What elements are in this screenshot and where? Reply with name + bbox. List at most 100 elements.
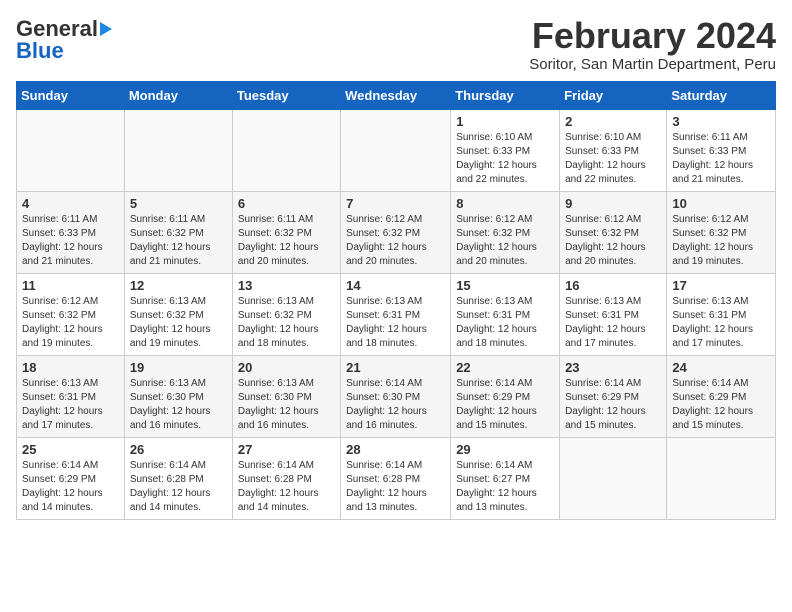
- title-area: February 2024 Soritor, San Martin Depart…: [529, 16, 776, 73]
- calendar-cell: 3 Sunrise: 6:11 AM Sunset: 6:33 PM Daylig…: [667, 109, 776, 191]
- day-number: 6: [238, 196, 335, 211]
- cell-sun-info: Sunrise: 6:14 AM Sunset: 6:28 PM Dayligh…: [238, 459, 335, 515]
- cell-sun-info: Sunrise: 6:12 AM Sunset: 6:32 PM Dayligh…: [22, 295, 119, 351]
- cell-sun-info: Sunrise: 6:12 AM Sunset: 6:32 PM Dayligh…: [672, 213, 770, 269]
- cell-sun-info: Sunrise: 6:12 AM Sunset: 6:32 PM Dayligh…: [346, 213, 445, 269]
- cell-sun-info: Sunrise: 6:13 AM Sunset: 6:30 PM Dayligh…: [238, 377, 335, 433]
- weekday-header-row: SundayMondayTuesdayWednesdayThursdayFrid…: [17, 81, 776, 109]
- logo-blue: Blue: [16, 38, 64, 64]
- day-number: 17: [672, 278, 770, 293]
- cell-sun-info: Sunrise: 6:11 AM Sunset: 6:33 PM Dayligh…: [672, 131, 770, 187]
- calendar-cell: 29 Sunrise: 6:14 AM Sunset: 6:27 PM Dayli…: [451, 437, 560, 519]
- day-number: 25: [22, 442, 119, 457]
- calendar-cell: 5 Sunrise: 6:11 AM Sunset: 6:32 PM Daylig…: [124, 191, 232, 273]
- day-number: 2: [565, 114, 661, 129]
- logo: General Blue: [16, 16, 112, 64]
- day-number: 20: [238, 360, 335, 375]
- cell-sun-info: Sunrise: 6:13 AM Sunset: 6:31 PM Dayligh…: [456, 295, 554, 351]
- week-row-3: 11 Sunrise: 6:12 AM Sunset: 6:32 PM Dayli…: [17, 273, 776, 355]
- cell-sun-info: Sunrise: 6:12 AM Sunset: 6:32 PM Dayligh…: [565, 213, 661, 269]
- day-number: 7: [346, 196, 445, 211]
- cell-sun-info: Sunrise: 6:14 AM Sunset: 6:28 PM Dayligh…: [130, 459, 227, 515]
- day-number: 3: [672, 114, 770, 129]
- calendar-cell: 22 Sunrise: 6:14 AM Sunset: 6:29 PM Dayli…: [451, 355, 560, 437]
- calendar-cell: 15 Sunrise: 6:13 AM Sunset: 6:31 PM Dayli…: [451, 273, 560, 355]
- weekday-header-friday: Friday: [560, 81, 667, 109]
- cell-sun-info: Sunrise: 6:14 AM Sunset: 6:28 PM Dayligh…: [346, 459, 445, 515]
- day-number: 22: [456, 360, 554, 375]
- calendar-cell: [560, 437, 667, 519]
- day-number: 14: [346, 278, 445, 293]
- cell-sun-info: Sunrise: 6:14 AM Sunset: 6:29 PM Dayligh…: [565, 377, 661, 433]
- calendar-cell: 11 Sunrise: 6:12 AM Sunset: 6:32 PM Dayli…: [17, 273, 125, 355]
- page-header: General Blue February 2024 Soritor, San …: [16, 16, 776, 73]
- day-number: 23: [565, 360, 661, 375]
- calendar-cell: 8Sunrise: 6:12 AM Sunset: 6:32 PM Daylig…: [451, 191, 560, 273]
- calendar-cell: 24Sunrise: 6:14 AM Sunset: 6:29 PM Dayli…: [667, 355, 776, 437]
- calendar-cell: 16 Sunrise: 6:13 AM Sunset: 6:31 PM Dayli…: [560, 273, 667, 355]
- cell-sun-info: Sunrise: 6:11 AM Sunset: 6:32 PM Dayligh…: [130, 213, 227, 269]
- day-number: 26: [130, 442, 227, 457]
- cell-sun-info: Sunrise: 6:14 AM Sunset: 6:27 PM Dayligh…: [456, 459, 554, 515]
- calendar-cell: 9 Sunrise: 6:12 AM Sunset: 6:32 PM Daylig…: [560, 191, 667, 273]
- calendar-table: SundayMondayTuesdayWednesdayThursdayFrid…: [16, 81, 776, 520]
- day-number: 9: [565, 196, 661, 211]
- day-number: 10: [672, 196, 770, 211]
- day-number: 16: [565, 278, 661, 293]
- day-number: 21: [346, 360, 445, 375]
- calendar-cell: 1Sunrise: 6:10 AM Sunset: 6:33 PM Daylig…: [451, 109, 560, 191]
- calendar-cell: [17, 109, 125, 191]
- day-number: 28: [346, 442, 445, 457]
- calendar-cell: 6 Sunrise: 6:11 AM Sunset: 6:32 PM Daylig…: [232, 191, 340, 273]
- weekday-header-tuesday: Tuesday: [232, 81, 340, 109]
- cell-sun-info: Sunrise: 6:13 AM Sunset: 6:31 PM Dayligh…: [565, 295, 661, 351]
- calendar-cell: [341, 109, 451, 191]
- week-row-2: 4 Sunrise: 6:11 AM Sunset: 6:33 PM Daylig…: [17, 191, 776, 273]
- weekday-header-sunday: Sunday: [17, 81, 125, 109]
- cell-sun-info: Sunrise: 6:13 AM Sunset: 6:31 PM Dayligh…: [346, 295, 445, 351]
- calendar-cell: 10 Sunrise: 6:12 AM Sunset: 6:32 PM Dayli…: [667, 191, 776, 273]
- day-number: 1: [456, 114, 554, 129]
- calendar-cell: 4 Sunrise: 6:11 AM Sunset: 6:33 PM Daylig…: [17, 191, 125, 273]
- weekday-header-thursday: Thursday: [451, 81, 560, 109]
- cell-sun-info: Sunrise: 6:10 AM Sunset: 6:33 PM Dayligh…: [565, 131, 661, 187]
- day-number: 18: [22, 360, 119, 375]
- cell-sun-info: Sunrise: 6:13 AM Sunset: 6:31 PM Dayligh…: [672, 295, 770, 351]
- calendar-cell: 23 Sunrise: 6:14 AM Sunset: 6:29 PM Dayli…: [560, 355, 667, 437]
- day-number: 27: [238, 442, 335, 457]
- calendar-cell: 25 Sunrise: 6:14 AM Sunset: 6:29 PM Dayli…: [17, 437, 125, 519]
- calendar-cell: [232, 109, 340, 191]
- calendar-cell: 7 Sunrise: 6:12 AM Sunset: 6:32 PM Daylig…: [341, 191, 451, 273]
- calendar-cell: 13Sunrise: 6:13 AM Sunset: 6:32 PM Dayli…: [232, 273, 340, 355]
- calendar-cell: 26 Sunrise: 6:14 AM Sunset: 6:28 PM Dayli…: [124, 437, 232, 519]
- cell-sun-info: Sunrise: 6:14 AM Sunset: 6:29 PM Dayligh…: [22, 459, 119, 515]
- day-number: 4: [22, 196, 119, 211]
- week-row-5: 25 Sunrise: 6:14 AM Sunset: 6:29 PM Dayli…: [17, 437, 776, 519]
- day-number: 12: [130, 278, 227, 293]
- cell-sun-info: Sunrise: 6:11 AM Sunset: 6:33 PM Dayligh…: [22, 213, 119, 269]
- day-number: 19: [130, 360, 227, 375]
- calendar-cell: 12Sunrise: 6:13 AM Sunset: 6:32 PM Dayli…: [124, 273, 232, 355]
- day-number: 5: [130, 196, 227, 211]
- cell-sun-info: Sunrise: 6:12 AM Sunset: 6:32 PM Dayligh…: [456, 213, 554, 269]
- day-number: 29: [456, 442, 554, 457]
- day-number: 15: [456, 278, 554, 293]
- calendar-cell: [667, 437, 776, 519]
- month-year-title: February 2024: [529, 16, 776, 56]
- calendar-cell: 17 Sunrise: 6:13 AM Sunset: 6:31 PM Dayli…: [667, 273, 776, 355]
- cell-sun-info: Sunrise: 6:14 AM Sunset: 6:29 PM Dayligh…: [456, 377, 554, 433]
- calendar-cell: 18 Sunrise: 6:13 AM Sunset: 6:31 PM Dayli…: [17, 355, 125, 437]
- cell-sun-info: Sunrise: 6:13 AM Sunset: 6:30 PM Dayligh…: [130, 377, 227, 433]
- cell-sun-info: Sunrise: 6:13 AM Sunset: 6:32 PM Dayligh…: [238, 295, 335, 351]
- weekday-header-wednesday: Wednesday: [341, 81, 451, 109]
- cell-sun-info: Sunrise: 6:11 AM Sunset: 6:32 PM Dayligh…: [238, 213, 335, 269]
- calendar-cell: 14 Sunrise: 6:13 AM Sunset: 6:31 PM Dayli…: [341, 273, 451, 355]
- week-row-4: 18 Sunrise: 6:13 AM Sunset: 6:31 PM Dayli…: [17, 355, 776, 437]
- calendar-cell: 28 Sunrise: 6:14 AM Sunset: 6:28 PM Dayli…: [341, 437, 451, 519]
- calendar-cell: 20 Sunrise: 6:13 AM Sunset: 6:30 PM Dayli…: [232, 355, 340, 437]
- calendar-cell: 27 Sunrise: 6:14 AM Sunset: 6:28 PM Dayli…: [232, 437, 340, 519]
- weekday-header-saturday: Saturday: [667, 81, 776, 109]
- day-number: 24: [672, 360, 770, 375]
- day-number: 11: [22, 278, 119, 293]
- cell-sun-info: Sunrise: 6:13 AM Sunset: 6:31 PM Dayligh…: [22, 377, 119, 433]
